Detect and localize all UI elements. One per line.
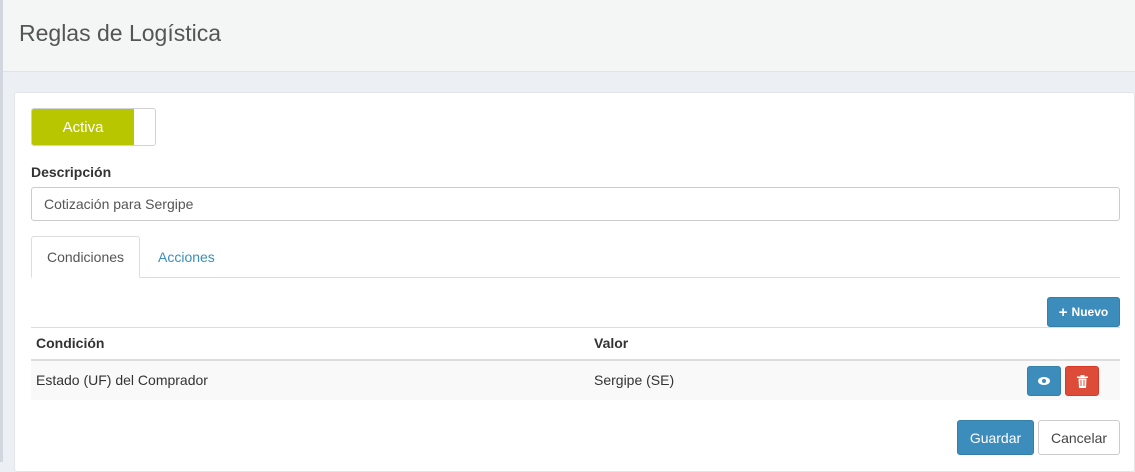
table-header-row: Condición Valor	[31, 327, 1120, 361]
conditions-table: Condición Valor Estado (UF) del Comprado…	[31, 327, 1120, 400]
column-header-condicion: Condición	[31, 327, 589, 361]
trash-icon	[1076, 374, 1088, 388]
column-header-valor: Valor	[589, 327, 1120, 361]
description-label: Descripción	[31, 164, 112, 180]
new-condition-button[interactable]: + Nuevo	[1047, 297, 1120, 327]
cancel-button[interactable]: Cancelar	[1038, 420, 1120, 455]
table-row: Estado (UF) del Comprador Sergipe (SE)	[31, 359, 1120, 400]
new-condition-label: Nuevo	[1071, 305, 1109, 319]
save-button[interactable]: Guardar	[957, 420, 1034, 455]
plus-icon: +	[1058, 303, 1068, 321]
condition-cell: Estado (UF) del Comprador	[31, 359, 589, 400]
tab-bar: Condiciones Acciones	[31, 236, 1120, 278]
tab-condiciones[interactable]: Condiciones	[31, 236, 140, 278]
rule-form-panel: Activa Descripción Condiciones Acciones …	[14, 92, 1135, 472]
status-toggle-label: Activa	[32, 109, 134, 145]
description-input[interactable]	[31, 187, 1120, 221]
eye-icon	[1038, 377, 1050, 385]
view-condition-button[interactable]	[1027, 366, 1061, 396]
tab-acciones[interactable]: Acciones	[143, 236, 230, 278]
delete-condition-button[interactable]	[1065, 366, 1099, 396]
status-toggle[interactable]: Activa	[31, 108, 156, 146]
page-header: Reglas de Logística	[3, 0, 1135, 72]
page-title: Reglas de Logística	[19, 20, 222, 46]
